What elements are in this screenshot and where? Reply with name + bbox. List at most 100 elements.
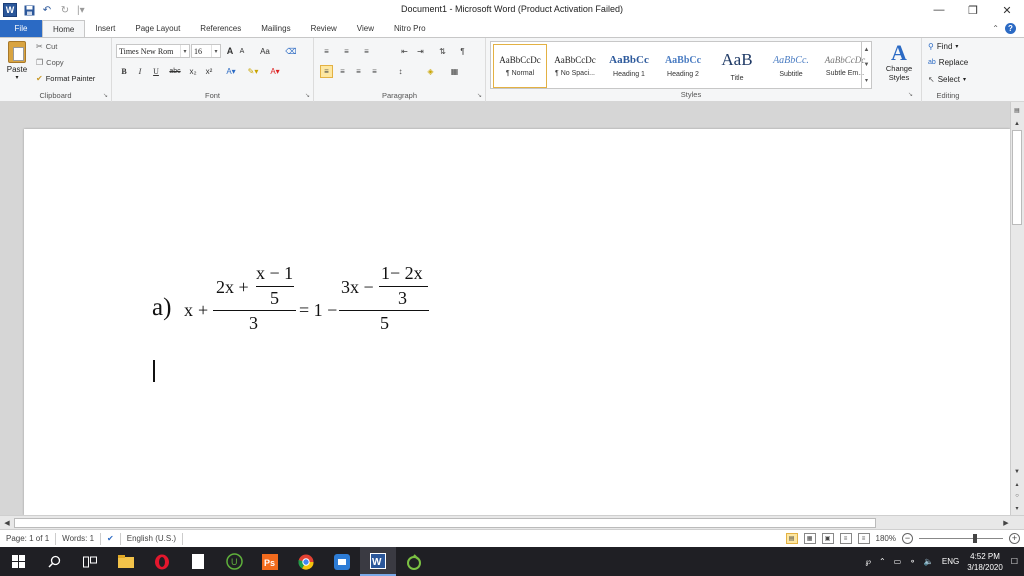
language-indicator-taskbar[interactable]: ENG bbox=[942, 557, 959, 566]
help-icon[interactable]: ? bbox=[1005, 23, 1016, 34]
notifications-icon[interactable]: ☐ bbox=[1011, 557, 1018, 566]
align-right-icon[interactable]: ≡ bbox=[352, 65, 365, 78]
italic-button[interactable]: I bbox=[134, 64, 146, 78]
superscript-button[interactable]: x² bbox=[202, 64, 216, 78]
subscript-button[interactable]: x₂ bbox=[186, 64, 200, 78]
line-spacing-icon[interactable]: ↕ bbox=[394, 65, 407, 78]
redo-icon[interactable]: ↻ bbox=[59, 4, 71, 16]
font-size-combo[interactable]: 16 ▾ bbox=[191, 44, 221, 58]
more-styles-icon[interactable]: ▾ bbox=[865, 77, 868, 84]
minimize-ribbon-icon[interactable]: ⌃ bbox=[992, 24, 999, 33]
browse-object-icon[interactable]: ○ bbox=[1010, 490, 1024, 502]
document-icon[interactable] bbox=[180, 547, 216, 576]
change-styles-button[interactable]: A Change Styles bbox=[880, 42, 918, 83]
close-button[interactable]: ✕ bbox=[990, 0, 1024, 20]
numbering-icon[interactable]: ≡ bbox=[340, 45, 353, 58]
page-count[interactable]: Page: 1 of 1 bbox=[0, 532, 57, 545]
word-count[interactable]: Words: 1 bbox=[56, 532, 102, 545]
chevron-down-icon[interactable]: ▾ bbox=[211, 45, 220, 57]
text-effects-icon[interactable]: A▾ bbox=[222, 64, 240, 78]
multilevel-list-icon[interactable]: ≡ bbox=[360, 45, 373, 58]
style-normal[interactable]: AaBbCcDc ¶ Normal bbox=[493, 44, 547, 88]
tab-home[interactable]: Home bbox=[42, 20, 86, 37]
copy-button[interactable]: ❐ Copy bbox=[36, 58, 64, 67]
decrease-indent-icon[interactable]: ⇤ bbox=[398, 45, 411, 58]
format-painter-button[interactable]: ✔ Format Painter bbox=[36, 74, 95, 83]
word-logo-icon[interactable]: W bbox=[3, 3, 17, 17]
scroll-right-icon[interactable]: ▶ bbox=[1000, 517, 1012, 529]
find-button[interactable]: ⚲ Find ▾ bbox=[928, 42, 958, 51]
green-app-icon[interactable] bbox=[396, 547, 432, 576]
horizontal-scrollbar[interactable]: ◀ ▶ bbox=[0, 515, 1024, 529]
font-name-combo[interactable]: Times New Rom ▾ bbox=[116, 44, 190, 58]
highlight-icon[interactable]: ✎▾ bbox=[244, 64, 262, 78]
zoom-in-button[interactable]: + bbox=[1009, 533, 1020, 544]
opera-icon[interactable] bbox=[144, 547, 180, 576]
zoom-slider[interactable] bbox=[919, 534, 1003, 543]
zoom-out-button[interactable]: − bbox=[902, 533, 913, 544]
style-title[interactable]: AaB Title bbox=[710, 44, 764, 88]
show-formatting-button[interactable]: ¶ bbox=[456, 45, 469, 58]
justify-icon[interactable]: ≡ bbox=[368, 65, 381, 78]
tab-file[interactable]: File bbox=[0, 20, 42, 37]
tab-view[interactable]: View bbox=[347, 20, 384, 37]
document-page[interactable] bbox=[24, 129, 1010, 515]
horizontal-scroll-thumb[interactable] bbox=[14, 518, 876, 528]
battery-icon[interactable]: ▭ bbox=[894, 557, 902, 566]
scroll-left-icon[interactable]: ◀ bbox=[1, 517, 13, 529]
chevron-up-icon[interactable]: ⌃ bbox=[879, 557, 886, 566]
zoom-level[interactable]: 180% bbox=[876, 534, 896, 543]
language-indicator[interactable]: English (U.S.) bbox=[121, 532, 184, 545]
task-view-icon[interactable] bbox=[72, 547, 108, 576]
align-center-icon[interactable]: ≡ bbox=[336, 65, 349, 78]
tab-nitro-pro[interactable]: Nitro Pro bbox=[384, 20, 436, 37]
save-icon[interactable] bbox=[23, 4, 35, 16]
clear-formatting-icon[interactable]: ⌫ bbox=[284, 44, 298, 58]
wifi-icon[interactable]: ⚬ bbox=[909, 557, 916, 566]
style-heading-2[interactable]: AaBbCc Heading 2 bbox=[656, 44, 710, 88]
volume-icon[interactable]: 🔈 bbox=[924, 557, 934, 566]
previous-page-icon[interactable]: ▴ bbox=[1010, 478, 1024, 490]
people-icon[interactable]: ℘ bbox=[865, 557, 871, 566]
chrome-icon[interactable] bbox=[288, 547, 324, 576]
qat-customize-icon[interactable]: |▾ bbox=[77, 5, 85, 16]
utorrent-icon[interactable]: U bbox=[216, 547, 252, 576]
tab-references[interactable]: References bbox=[190, 20, 251, 37]
proofing-icon[interactable]: ✔ bbox=[101, 532, 121, 545]
print-layout-view-icon[interactable]: ▤ bbox=[785, 533, 798, 544]
grow-font-button[interactable]: A bbox=[224, 44, 236, 58]
undo-icon[interactable]: ↶ bbox=[41, 4, 53, 16]
font-launcher-icon[interactable]: ↘ bbox=[305, 92, 310, 99]
bold-button[interactable]: B bbox=[118, 64, 130, 78]
restore-button[interactable]: ❐ bbox=[956, 0, 990, 20]
chevron-down-icon[interactable]: ▼ bbox=[864, 62, 870, 68]
clipboard-launcher-icon[interactable]: ↘ bbox=[103, 92, 108, 99]
full-screen-view-icon[interactable]: ▦ bbox=[803, 533, 816, 544]
align-left-icon[interactable]: ≡ bbox=[320, 65, 333, 78]
word-taskbar-icon[interactable]: W bbox=[360, 547, 396, 576]
style-no-spacing[interactable]: AaBbCcDc ¶ No Spaci... bbox=[548, 44, 602, 88]
borders-icon[interactable]: ▦ bbox=[448, 65, 461, 78]
style-subtitle[interactable]: AaBbCc. Subtitle bbox=[764, 44, 818, 88]
vertical-scroll-thumb[interactable] bbox=[1012, 130, 1022, 225]
underline-button[interactable]: U bbox=[150, 64, 162, 78]
styles-gallery-scroll[interactable]: ▲ ▼ ▾ bbox=[861, 42, 871, 88]
search-icon[interactable] bbox=[36, 547, 72, 576]
paragraph-launcher-icon[interactable]: ↘ bbox=[477, 92, 482, 99]
increase-indent-icon[interactable]: ⇥ bbox=[414, 45, 427, 58]
scroll-up-icon[interactable]: ▲ bbox=[1010, 118, 1024, 130]
change-case-button[interactable]: Aa bbox=[256, 44, 274, 58]
outline-view-icon[interactable]: ≡ bbox=[839, 533, 852, 544]
replace-button[interactable]: ab Replace bbox=[928, 58, 968, 67]
paste-button[interactable]: Paste ▾ bbox=[6, 41, 28, 81]
next-page-icon[interactable]: ▾ bbox=[1010, 502, 1024, 514]
tab-page-layout[interactable]: Page Layout bbox=[125, 20, 190, 37]
chevron-up-icon[interactable]: ▲ bbox=[864, 47, 870, 53]
chevron-down-icon[interactable]: ▾ bbox=[180, 45, 189, 57]
web-layout-view-icon[interactable]: ▣ bbox=[821, 533, 834, 544]
bullets-icon[interactable]: ≡ bbox=[320, 45, 333, 58]
scroll-down-icon[interactable]: ▼ bbox=[1010, 466, 1024, 478]
style-heading-1[interactable]: AaBbCc Heading 1 bbox=[602, 44, 656, 88]
tab-review[interactable]: Review bbox=[301, 20, 347, 37]
paste-dropdown-icon[interactable]: ▾ bbox=[15, 74, 18, 81]
